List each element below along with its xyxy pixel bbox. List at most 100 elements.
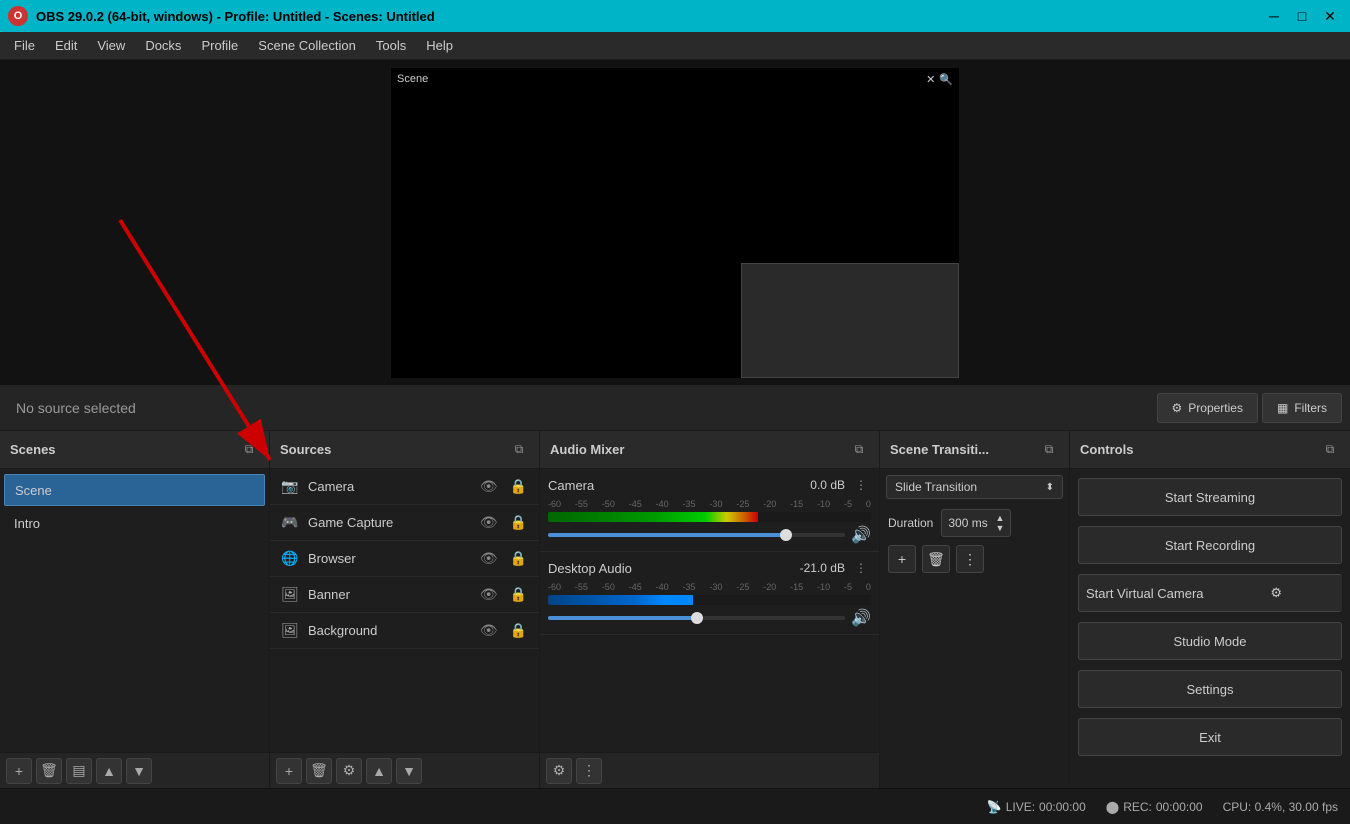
scenes-down-button[interactable]: ▼ (126, 758, 152, 784)
source-visibility-game[interactable]: 👁 (478, 512, 500, 533)
banner-source-icon: 🖼 (280, 586, 300, 603)
duration-input[interactable]: 300 ms ▲▼ (941, 509, 1011, 537)
audio-channels: Camera 0.0 dB ⋮ -60-55-50-45-40-35-30-25… (540, 469, 879, 752)
maximize-button[interactable]: □ (1290, 4, 1314, 28)
menu-help[interactable]: Help (416, 34, 463, 57)
camera-volume-fill (548, 533, 786, 537)
scenes-title: Scenes (10, 442, 56, 457)
window-title: OBS 29.0.2 (64-bit, windows) - Profile: … (36, 9, 1262, 24)
window-controls: ─ □ ✕ (1262, 4, 1342, 28)
minimize-button[interactable]: ─ (1262, 4, 1286, 28)
status-cpu: CPU: 0.4%, 30.00 fps (1223, 800, 1338, 814)
camera-mute-btn[interactable]: 🔊 (851, 525, 871, 545)
source-item-game-capture[interactable]: 🎮 Game Capture 👁 🔒 (270, 505, 539, 541)
source-lock-background[interactable]: 🔒 (508, 620, 529, 641)
status-live: 📡 LIVE: 00:00:00 (987, 800, 1086, 814)
source-item-browser[interactable]: 🌐 Browser 👁 🔒 (270, 541, 539, 577)
transitions-dock-btn[interactable]: ⧉ (1039, 440, 1059, 460)
virtual-cam-settings-button[interactable]: ⚙ (1211, 574, 1343, 612)
menu-scene-collection[interactable]: Scene Collection (248, 34, 366, 57)
scenes-filter-button[interactable]: ▤ (66, 758, 92, 784)
controls-dock-btn[interactable]: ⧉ (1320, 440, 1340, 460)
rec-label: REC: (1123, 800, 1152, 814)
audio-dock-btn[interactable]: ⧉ (849, 440, 869, 460)
source-item-banner[interactable]: 🖼 Banner 👁 🔒 (270, 577, 539, 613)
start-streaming-button[interactable]: Start Streaming (1078, 478, 1342, 516)
studio-mode-label: Studio Mode (1174, 634, 1247, 649)
sources-settings-button[interactable]: ⚙ (336, 758, 362, 784)
desktop-audio-menu[interactable]: ⋮ (851, 558, 871, 578)
audio-scale-camera: -60-55-50-45-40-35-30-25-20-15-10-50 (548, 499, 871, 509)
start-recording-button[interactable]: Start Recording (1078, 526, 1342, 564)
source-lock-banner[interactable]: 🔒 (508, 584, 529, 605)
no-source-text: No source selected (8, 400, 1153, 416)
scenes-delete-button[interactable]: 🗑 (36, 758, 62, 784)
properties-button[interactable]: ⚙ Properties (1157, 393, 1258, 423)
live-icon: 📡 (987, 800, 1002, 814)
audio-scale-desktop: -60-55-50-45-40-35-30-25-20-15-10-50 (548, 582, 871, 592)
app-icon: O (8, 6, 28, 26)
menu-profile[interactable]: Profile (191, 34, 248, 57)
scene-item-scene[interactable]: Scene (4, 474, 265, 506)
scenes-dock-btn[interactable]: ⧉ (239, 440, 259, 460)
source-lock-game[interactable]: 🔒 (508, 512, 529, 533)
desktop-mute-btn[interactable]: 🔊 (851, 608, 871, 628)
menu-edit[interactable]: Edit (45, 34, 87, 57)
scenes-add-button[interactable]: + (6, 758, 32, 784)
source-visibility-camera[interactable]: 👁 (478, 476, 500, 497)
start-virtual-camera-button[interactable]: Start Virtual Camera (1078, 574, 1211, 612)
source-visibility-background[interactable]: 👁 (478, 620, 500, 641)
transition-add-btn[interactable]: + (888, 545, 916, 573)
source-visibility-browser[interactable]: 👁 (478, 548, 500, 569)
source-item-background[interactable]: 🖼 Background 👁 🔒 (270, 613, 539, 649)
exit-button[interactable]: Exit (1078, 718, 1342, 756)
preview-close-icon[interactable]: ✕ (926, 73, 935, 86)
titlebar: O OBS 29.0.2 (64-bit, windows) - Profile… (0, 0, 1350, 32)
preview-top-bar: Scene ✕ 🔍 (391, 68, 959, 90)
status-rec: ⬤ REC: 00:00:00 (1106, 800, 1203, 814)
audio-settings-button[interactable]: ⚙ (546, 758, 572, 784)
scenes-up-button[interactable]: ▲ (96, 758, 122, 784)
sources-dock-btn[interactable]: ⧉ (509, 440, 529, 460)
desktop-meter-bar (548, 595, 871, 605)
sources-up-button[interactable]: ▲ (366, 758, 392, 784)
camera-audio-menu[interactable]: ⋮ (851, 475, 871, 495)
controls-title: Controls (1080, 442, 1133, 457)
transition-delete-btn[interactable]: 🗑 (922, 545, 950, 573)
sources-delete-button[interactable]: 🗑 (306, 758, 332, 784)
transitions-title: Scene Transiti... (890, 442, 989, 457)
source-lock-camera[interactable]: 🔒 (508, 476, 529, 497)
scenes-panel-header: Scenes ⧉ (0, 431, 269, 469)
menu-docks[interactable]: Docks (135, 34, 191, 57)
studio-mode-button[interactable]: Studio Mode (1078, 622, 1342, 660)
settings-button[interactable]: Settings (1078, 670, 1342, 708)
source-visibility-banner[interactable]: 👁 (478, 584, 500, 605)
sources-add-button[interactable]: + (276, 758, 302, 784)
rec-time: 00:00:00 (1156, 800, 1203, 814)
audio-menu-button[interactable]: ⋮ (576, 758, 602, 784)
menu-tools[interactable]: Tools (366, 34, 416, 57)
sources-panel-header: Sources ⧉ (270, 431, 539, 469)
transition-select[interactable]: Slide Transition ⬍ (886, 475, 1063, 499)
menu-file[interactable]: File (4, 34, 45, 57)
filters-button[interactable]: ▦ Filters (1262, 393, 1342, 423)
close-button[interactable]: ✕ (1318, 4, 1342, 28)
desktop-audio-controls: 🔊 (548, 608, 871, 628)
exit-label: Exit (1199, 730, 1221, 745)
menu-view[interactable]: View (87, 34, 135, 57)
live-label: LIVE: (1006, 800, 1035, 814)
duration-label: Duration (888, 516, 933, 530)
preview-search-icon[interactable]: 🔍 (939, 73, 953, 86)
start-recording-label: Start Recording (1165, 538, 1255, 553)
camera-volume-slider[interactable] (548, 533, 845, 537)
transition-menu-btn[interactable]: ⋮ (956, 545, 984, 573)
scene-item-intro[interactable]: Intro (4, 507, 265, 539)
sources-down-button[interactable]: ▼ (396, 758, 422, 784)
desktop-volume-slider[interactable] (548, 616, 845, 620)
source-item-camera[interactable]: 📷 Camera 👁 🔒 (270, 469, 539, 505)
desktop-channel-db: -21.0 dB (800, 561, 845, 575)
desktop-volume-thumb (691, 612, 703, 624)
audio-toolbar: ⚙ ⋮ (540, 752, 879, 788)
preview-scene-label: Scene (397, 73, 428, 85)
source-lock-browser[interactable]: 🔒 (508, 548, 529, 569)
